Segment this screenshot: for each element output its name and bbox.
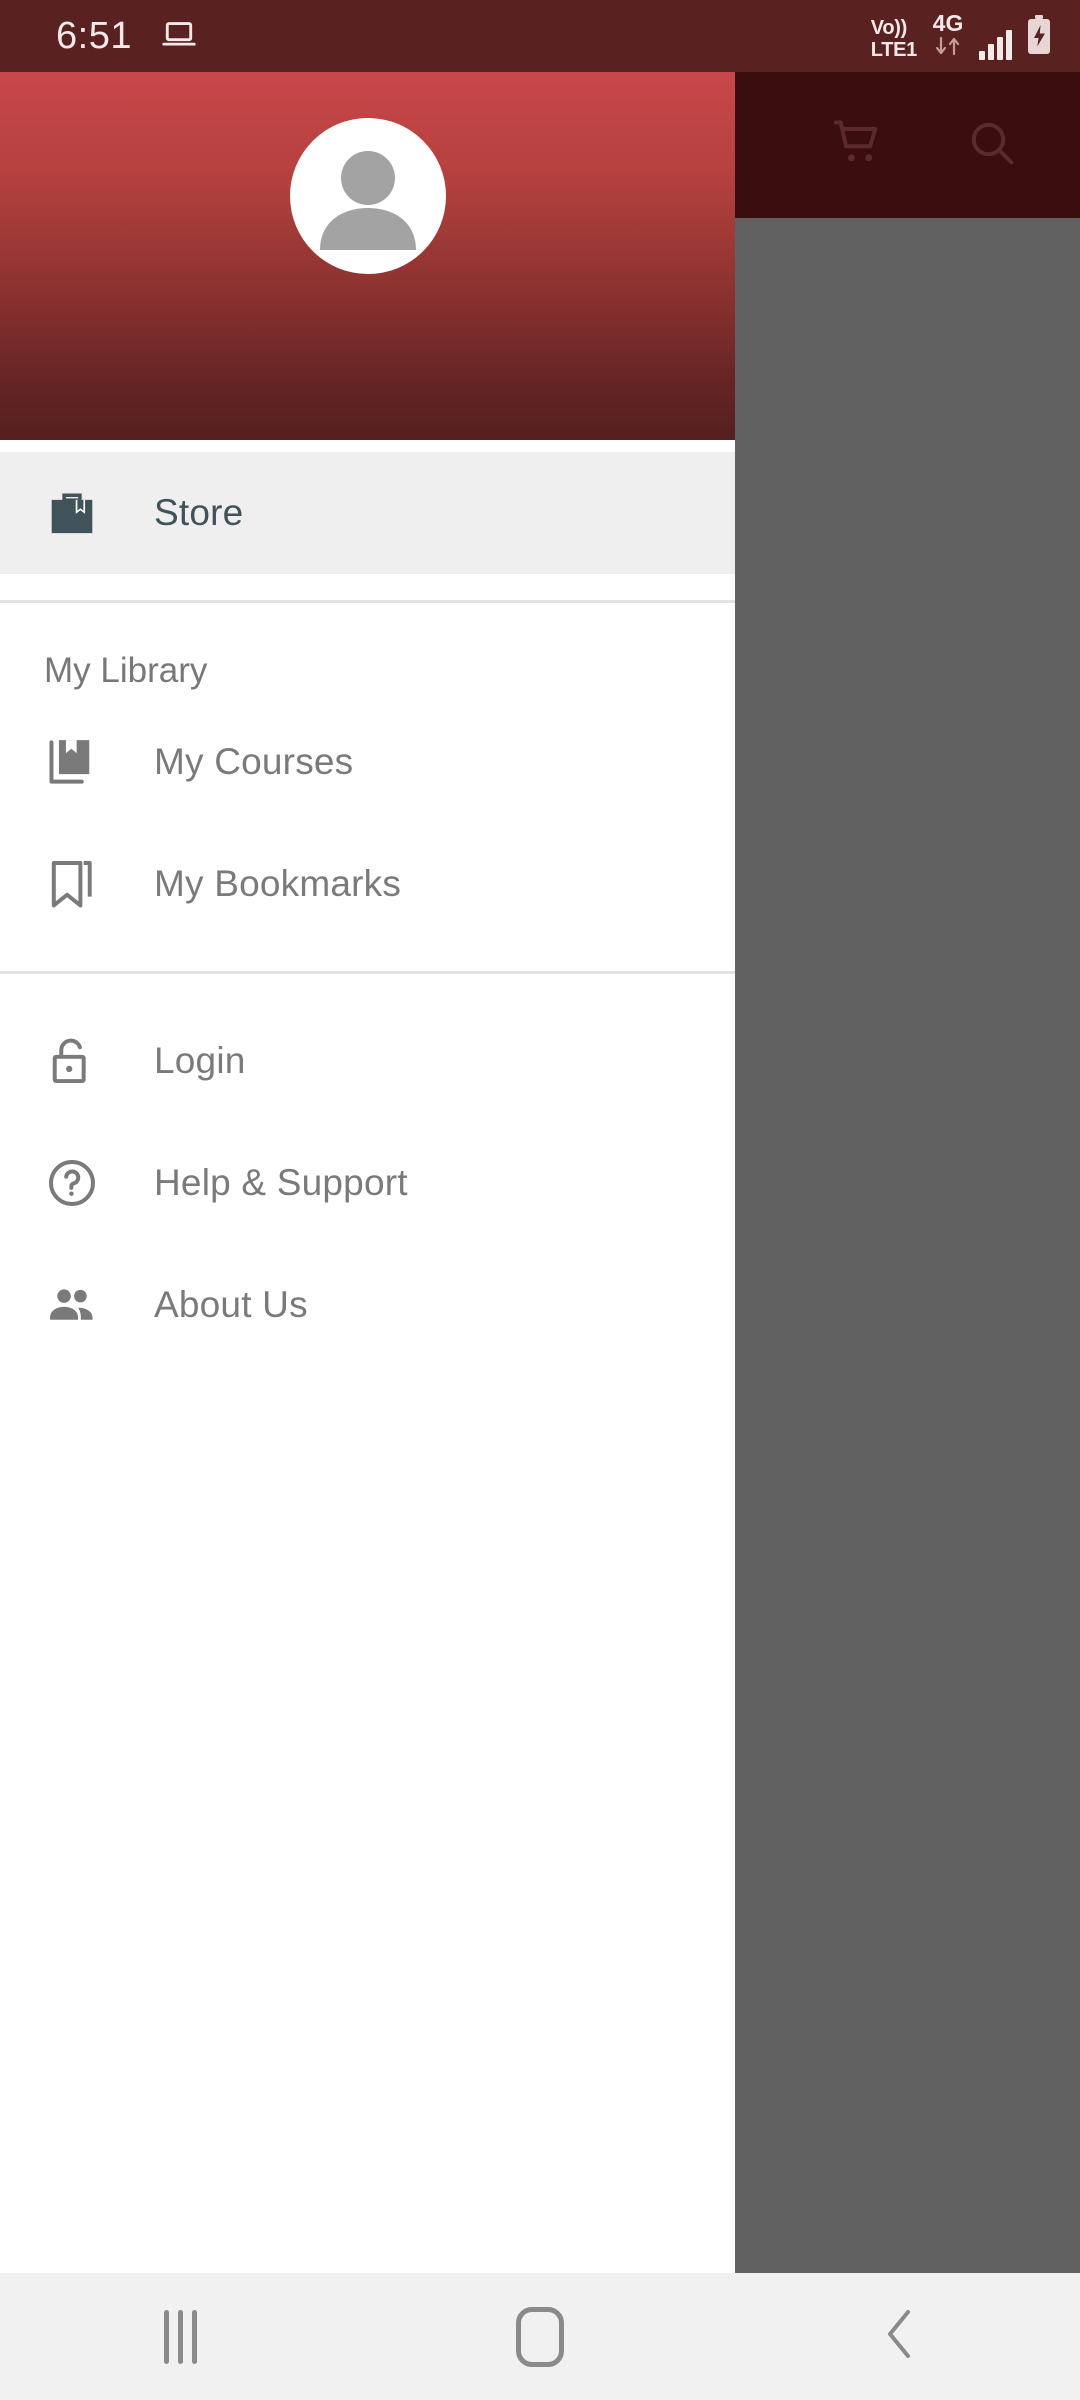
search-icon[interactable] bbox=[964, 115, 1020, 176]
drawer-item-label: Help & Support bbox=[154, 1162, 408, 1203]
home-icon bbox=[516, 2306, 564, 2367]
store-bag-icon bbox=[44, 485, 122, 541]
navigation-drawer: Store My Library My Courses My Bookmarks… bbox=[0, 72, 735, 2273]
home-button[interactable] bbox=[360, 2306, 720, 2367]
drawer-item-help-support[interactable]: Help & Support bbox=[0, 1122, 735, 1244]
back-button[interactable] bbox=[720, 2304, 1080, 2369]
laptop-icon bbox=[160, 15, 198, 58]
recent-apps-icon bbox=[163, 2309, 197, 2364]
unlock-icon bbox=[44, 1033, 122, 1089]
drawer-header bbox=[0, 72, 735, 440]
drawer-item-label: About Us bbox=[154, 1284, 308, 1325]
account-circle-placeholder-icon bbox=[319, 151, 416, 250]
book-library-icon bbox=[44, 734, 122, 790]
network-type-label: 4G bbox=[932, 10, 964, 36]
spacer-top bbox=[0, 440, 735, 452]
recent-apps-button[interactable] bbox=[0, 2309, 360, 2364]
drawer-empty-space bbox=[0, 1366, 735, 2266]
bookmarks-outline-icon bbox=[44, 856, 122, 912]
battery-charging-icon bbox=[1026, 15, 1052, 60]
system-navigation-bar bbox=[0, 2273, 1080, 2400]
volte-line-2: LTE1 bbox=[870, 39, 918, 61]
spacer-after-library bbox=[0, 945, 735, 971]
status-time: 6:51 bbox=[56, 14, 132, 57]
drawer-item-about-us[interactable]: About Us bbox=[0, 1244, 735, 1366]
avatar[interactable] bbox=[289, 118, 446, 274]
drawer-item-store[interactable]: Store bbox=[0, 452, 735, 574]
status-bar-left: 6:51 bbox=[56, 15, 198, 58]
shopping-cart-icon[interactable] bbox=[830, 115, 886, 176]
status-bar-right: Vo)) LTE1 4G bbox=[871, 12, 1052, 60]
drawer-item-label: My Bookmarks bbox=[154, 863, 402, 904]
network-indicator: 4G bbox=[931, 12, 965, 60]
drawer-item-my-bookmarks[interactable]: My Bookmarks bbox=[0, 823, 735, 945]
drawer-menu-list: Store My Library My Courses My Bookmarks… bbox=[0, 440, 735, 2266]
help-circle-icon bbox=[44, 1155, 122, 1211]
drawer-item-label: Store bbox=[154, 492, 244, 533]
volte-indicator: Vo)) LTE1 bbox=[870, 17, 918, 61]
data-transfer-icon bbox=[931, 36, 965, 60]
back-chevron-icon bbox=[876, 2304, 924, 2369]
drawer-item-login[interactable]: Login bbox=[0, 1000, 735, 1122]
drawer-item-label: My Courses bbox=[154, 741, 354, 782]
people-group-icon bbox=[44, 1277, 122, 1333]
section-title-my-library: My Library bbox=[0, 603, 735, 701]
spacer-before-account bbox=[0, 974, 735, 1000]
status-bar: 6:51 Vo)) LTE1 4G bbox=[0, 0, 1080, 72]
phone-screen: Store My Library My Courses My Bookmarks… bbox=[0, 0, 1080, 2400]
spacer-after-store bbox=[0, 574, 735, 600]
volte-line-1: Vo)) bbox=[870, 17, 908, 39]
drawer-item-label: Login bbox=[154, 1040, 246, 1081]
signal-bars-icon bbox=[979, 30, 1012, 60]
drawer-item-my-courses[interactable]: My Courses bbox=[0, 701, 735, 823]
